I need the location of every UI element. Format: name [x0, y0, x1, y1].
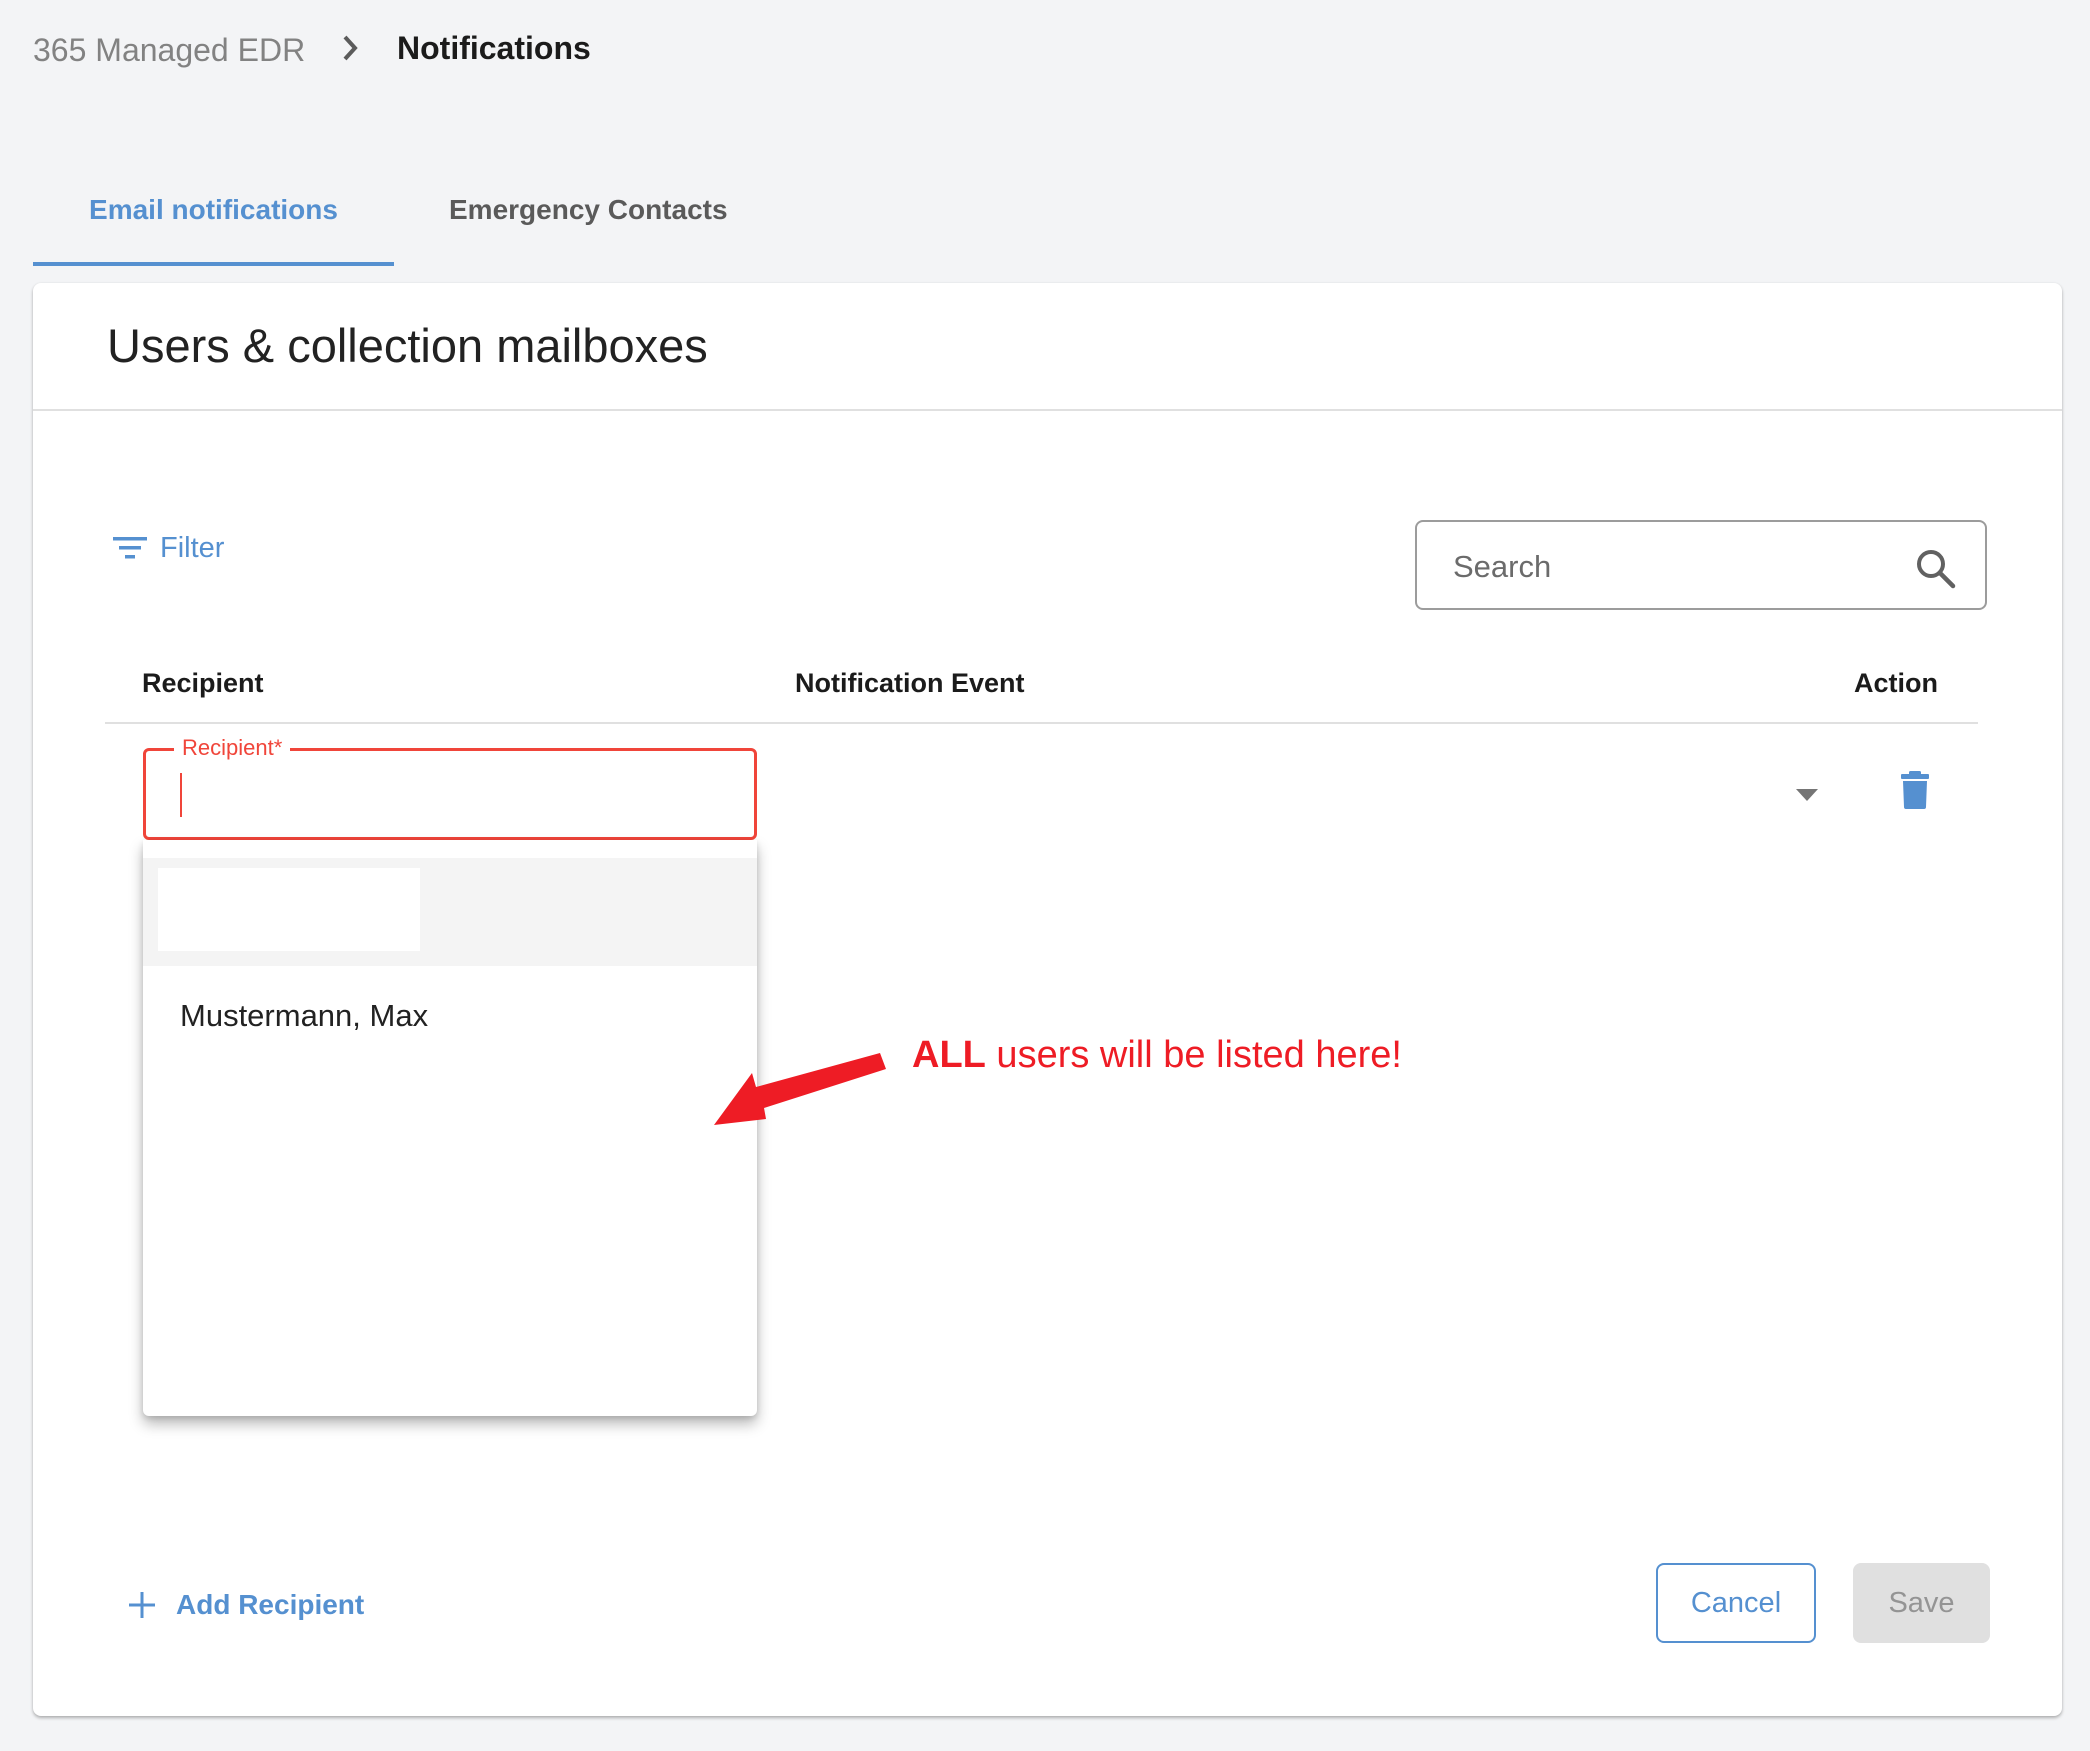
dropdown-option-label: Mustermann, Max: [180, 998, 429, 1033]
redacted-block: [158, 868, 420, 951]
annotation-arrow-icon: [714, 1053, 886, 1125]
tab-emergency-contacts[interactable]: Emergency Contacts: [449, 190, 728, 230]
text-cursor: [180, 773, 182, 817]
column-header-action: Action: [1854, 668, 1938, 698]
add-recipient-button[interactable]: Add Recipient: [128, 1585, 364, 1625]
annotation-text: ALL users will be listed here!: [912, 1030, 1402, 1080]
breadcrumb-current: Notifications: [397, 30, 591, 66]
search-input[interactable]: [1451, 540, 1915, 594]
recipient-field-label: Recipient*: [174, 733, 291, 763]
chevron-right-icon: [343, 35, 358, 61]
filter-button[interactable]: Filter: [112, 528, 224, 568]
search-box: [1415, 520, 1987, 610]
cancel-button[interactable]: Cancel: [1656, 1563, 1816, 1643]
recipient-input[interactable]: [176, 769, 720, 821]
table-header-divider: [105, 722, 1978, 724]
tab-email-notifications[interactable]: Email notifications: [33, 190, 394, 266]
column-header-notification-event: Notification Event: [795, 668, 1025, 698]
column-header-recipient: Recipient: [142, 668, 264, 698]
save-button[interactable]: Save: [1853, 1563, 1990, 1643]
add-recipient-label: Add Recipient: [176, 1589, 365, 1620]
dropdown-option[interactable]: Mustermann, Max: [143, 966, 757, 1056]
trash-icon[interactable]: [1900, 770, 1930, 810]
plus-icon: [129, 1592, 155, 1618]
filter-icon: [113, 537, 147, 559]
filter-label: Filter: [160, 531, 225, 564]
recipient-dropdown: Mustermann, Max: [143, 840, 757, 1416]
dropdown-option-redacted[interactable]: [143, 858, 757, 966]
recipient-field[interactable]: Recipient*: [143, 733, 757, 840]
annotation-emphasis: ALL: [912, 1034, 986, 1076]
breadcrumb-root-link[interactable]: 365 Managed EDR: [33, 28, 305, 72]
annotation-body: users will be listed here!: [985, 1034, 1402, 1076]
card-title: Users & collection mailboxes: [107, 319, 708, 372]
search-icon[interactable]: [1915, 548, 1957, 590]
caret-down-icon[interactable]: [1796, 789, 1818, 801]
card-header-divider: [33, 409, 2062, 411]
